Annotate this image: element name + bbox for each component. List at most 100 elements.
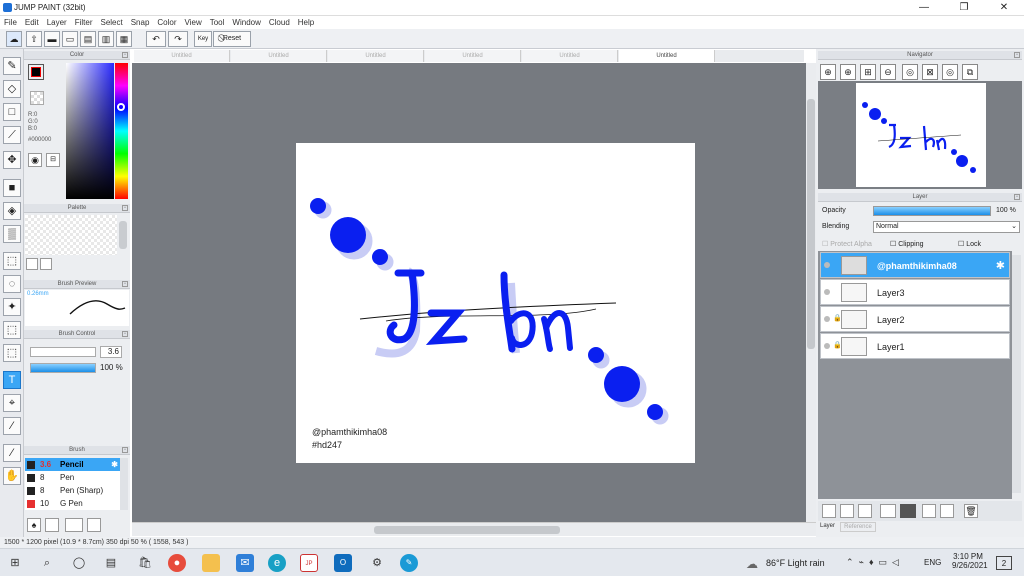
brush-settings-icon[interactable]: ✱	[111, 458, 118, 471]
brush-folder-icon[interactable]	[65, 518, 83, 532]
brush-item-pen[interactable]: 8 Pen	[25, 471, 120, 484]
language-indicator[interactable]: ENG	[924, 558, 941, 567]
gradient-tool-icon[interactable]: ▒	[3, 225, 21, 243]
system-tray-icons[interactable]: ⌃⌁♦▭◁	[846, 557, 904, 568]
layer-row-layer1[interactable]: 🔒 Layer1	[820, 333, 1010, 359]
panel-menu-icon[interactable]: ▫	[122, 331, 128, 337]
duplicate-layer-icon[interactable]	[922, 504, 936, 518]
minimize-icon[interactable]: —	[904, 0, 944, 16]
select-eraser-tool-icon[interactable]: ⬚	[3, 344, 21, 362]
new-vector-layer-icon[interactable]	[858, 504, 872, 518]
hand-tool-icon[interactable]: ✋	[3, 467, 21, 485]
doc-tab[interactable]: Untitled	[134, 50, 230, 62]
move-tool-icon[interactable]: ✥	[3, 151, 21, 169]
reset-button[interactable]: ⃠Reset	[213, 31, 251, 47]
hue-slider-handle[interactable]	[117, 103, 125, 111]
undo-icon[interactable]: ↶	[146, 31, 166, 47]
operation-tool-icon[interactable]: ⌖	[3, 394, 21, 412]
menu-help[interactable]: Help	[294, 16, 318, 29]
menu-color[interactable]: Color	[153, 16, 180, 29]
doc-tab[interactable]: Untitled	[522, 50, 618, 62]
select-rect-tool-icon[interactable]: ⬚	[3, 252, 21, 270]
clipping-checkbox[interactable]: ☐ Clipping	[890, 240, 924, 248]
trash-icon[interactable]: 🗑	[964, 504, 978, 518]
horizontal-scroll-thumb[interactable]	[374, 526, 560, 534]
menu-file[interactable]: File	[0, 16, 21, 29]
hue-slider[interactable]	[115, 63, 128, 199]
brush-item-pen-sharp[interactable]: 8 Pen (Sharp)	[25, 484, 120, 497]
magic-wand-tool-icon[interactable]: ✦	[3, 298, 21, 316]
paint-app-icon[interactable]: ✎	[400, 554, 418, 572]
export-icon[interactable]: ▥	[98, 31, 114, 47]
task-view-icon[interactable]: ◯	[70, 554, 88, 572]
tab-layer[interactable]: Layer	[820, 523, 835, 529]
visibility-icon[interactable]	[824, 316, 830, 322]
panel-menu-icon[interactable]: ▫	[122, 52, 128, 58]
menu-snap[interactable]: Snap	[127, 16, 154, 29]
layer-opacity-slider[interactable]	[873, 206, 991, 216]
brush-add-icon[interactable]: ♠	[27, 518, 41, 532]
chrome-icon[interactable]: ●	[168, 554, 186, 572]
key-button[interactable]: Key	[194, 31, 212, 47]
blending-select[interactable]: Normal ⌄	[873, 221, 1020, 233]
select-pen-tool-icon[interactable]: ⬚	[3, 321, 21, 339]
line-tool-icon[interactable]: ⟋	[3, 126, 21, 144]
lasso-tool-icon[interactable]: ◌	[3, 275, 21, 293]
panel-menu-icon[interactable]: ▫	[1014, 194, 1020, 200]
document-icon[interactable]: ▤	[80, 31, 96, 47]
vertical-scrollbar[interactable]	[806, 63, 816, 522]
tab-reference[interactable]: Reference	[840, 522, 876, 532]
brush-item-pencil[interactable]: 3.6 Pencil ✱	[25, 458, 120, 471]
drawing-canvas[interactable]: @phamthikimha08 #hd247	[296, 143, 695, 463]
merge-layer-icon[interactable]	[940, 504, 954, 518]
visibility-icon[interactable]	[824, 262, 830, 268]
grid-icon[interactable]: ▦	[116, 31, 132, 47]
visibility-icon[interactable]	[824, 289, 830, 295]
close-icon[interactable]: ✕	[984, 0, 1024, 16]
new-file-icon[interactable]: ⇧	[26, 31, 42, 47]
brush-size-slider[interactable]	[30, 347, 96, 357]
outlook-icon[interactable]: O	[334, 554, 352, 572]
brush-opacity-slider[interactable]	[30, 363, 96, 373]
menu-view[interactable]: View	[181, 16, 206, 29]
menu-edit[interactable]: Edit	[21, 16, 43, 29]
layer-type-dropdown[interactable]	[880, 504, 896, 518]
layer-row-text[interactable]: @phamthikimha08 ✱	[820, 252, 1010, 278]
weather-text[interactable]: 86°F Light rain	[766, 558, 825, 568]
panel-menu-icon[interactable]: ▫	[1014, 52, 1020, 58]
lock-checkbox[interactable]: ☐ Lock	[958, 240, 981, 248]
fill-rect-tool-icon[interactable]: ■	[3, 179, 21, 197]
folder-icon[interactable]	[900, 504, 916, 518]
layer-list-scrollbar[interactable]	[1012, 255, 1021, 493]
new-layer-icon[interactable]	[822, 504, 836, 518]
redo-icon[interactable]: ↷	[168, 31, 188, 47]
panel-menu-icon[interactable]: ▫	[122, 205, 128, 211]
rotate-right-icon[interactable]: ◎	[942, 64, 958, 80]
file-explorer-icon[interactable]	[202, 554, 220, 572]
eraser-tool-icon[interactable]: ◇	[3, 80, 21, 98]
clock[interactable]: 3:10 PM 9/26/2021	[952, 552, 988, 570]
saturation-value-picker[interactable]	[66, 63, 114, 199]
zoom-out-icon[interactable]: ⊖	[880, 64, 896, 80]
windows-start-icon[interactable]: ⊞	[6, 554, 24, 572]
brush-list-scrollbar[interactable]	[120, 458, 128, 510]
background-color-swatch[interactable]	[30, 91, 44, 105]
widgets-icon[interactable]: ▤	[102, 554, 120, 572]
notifications-icon[interactable]: 2	[996, 556, 1012, 570]
cloud-icon[interactable]: ☁	[6, 31, 22, 47]
menu-window[interactable]: Window	[228, 16, 264, 29]
store-icon[interactable]: 🛍	[136, 554, 154, 572]
jump-paint-icon[interactable]: JP	[300, 554, 318, 572]
panel-menu-icon[interactable]: ▫	[122, 447, 128, 453]
doc-tab[interactable]: Untitled	[328, 50, 424, 62]
rectangle-tool-icon[interactable]: □	[3, 103, 21, 121]
palette-swatch-area[interactable]	[25, 215, 117, 255]
palette-new-icon[interactable]	[26, 258, 38, 270]
brush-tool-icon[interactable]: ✎	[3, 57, 21, 75]
navigator-thumbnail[interactable]	[856, 83, 986, 187]
doc-tab[interactable]: Untitled	[231, 50, 327, 62]
open-icon[interactable]: ▬	[44, 31, 60, 47]
protect-alpha-checkbox[interactable]: ☐ Protect Alpha	[822, 240, 872, 248]
rotate-left-icon[interactable]: ◎	[902, 64, 918, 80]
layer-row-layer2[interactable]: 🔒 Layer2	[820, 306, 1010, 332]
